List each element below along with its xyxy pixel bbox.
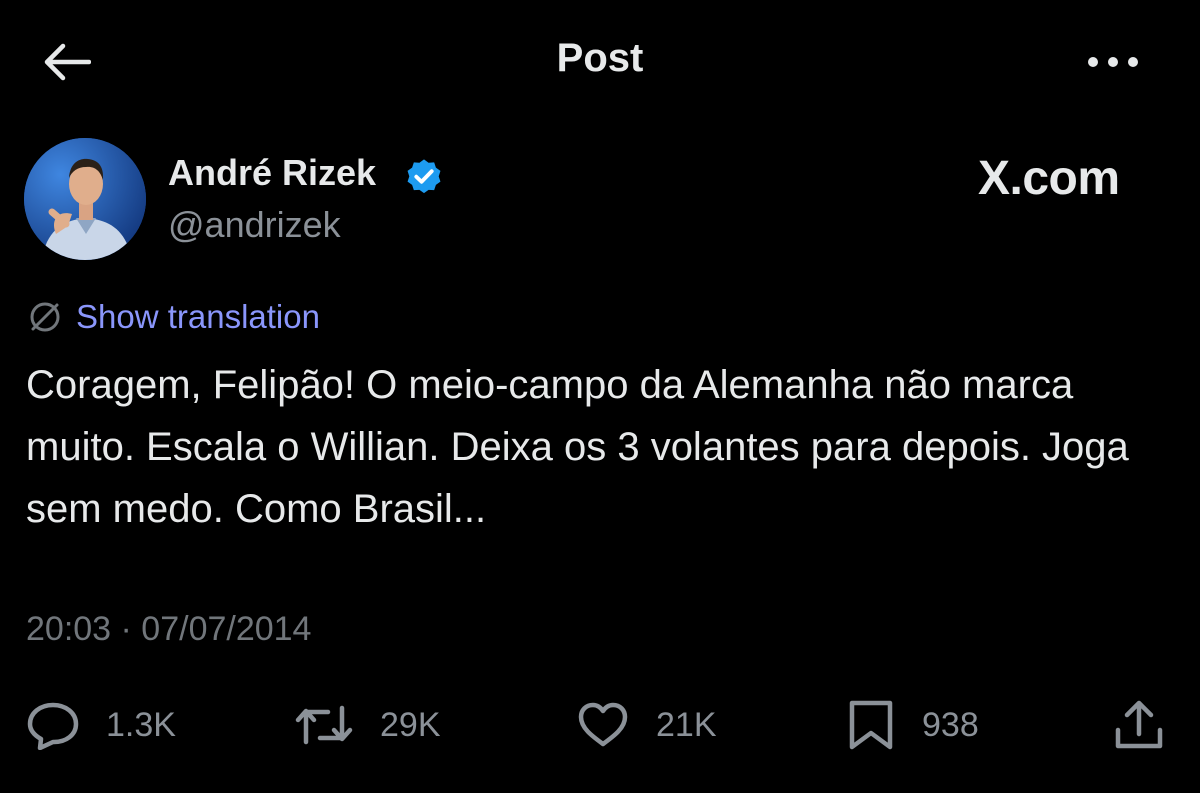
profile-photo xyxy=(24,138,146,260)
repost-count: 29K xyxy=(380,705,441,744)
page-title: Post xyxy=(556,36,644,80)
bookmark-icon xyxy=(849,700,893,750)
reply-count: 1.3K xyxy=(106,705,176,744)
ellipsis-icon xyxy=(1088,57,1138,67)
action-bar: 1.3K 29K 21K 938 xyxy=(0,695,1200,755)
repost-icon xyxy=(295,705,353,745)
verified-badge-icon xyxy=(407,159,441,194)
arrow-left-icon xyxy=(44,43,91,81)
reply-icon xyxy=(27,702,79,750)
top-bar: Post xyxy=(0,0,1200,122)
back-button[interactable] xyxy=(38,38,94,86)
bookmark-count: 938 xyxy=(922,705,979,744)
repost-button[interactable]: 29K xyxy=(294,695,441,755)
author-name[interactable]: André Rizek xyxy=(168,152,376,194)
author-handle[interactable]: @andrizek xyxy=(168,204,341,246)
avatar[interactable] xyxy=(24,138,146,260)
watermark-text: X.com xyxy=(978,151,1120,205)
show-translation-button[interactable]: Show translation xyxy=(26,296,320,338)
like-count: 21K xyxy=(656,705,717,744)
heart-icon xyxy=(578,702,628,747)
show-translation-label: Show translation xyxy=(76,298,320,335)
reply-button[interactable]: 1.3K xyxy=(26,695,176,755)
x-com-watermark: X.com xyxy=(978,150,1153,206)
more-options-button[interactable] xyxy=(1080,38,1146,86)
share-button[interactable] xyxy=(1112,695,1166,755)
bookmark-button[interactable]: 938 xyxy=(846,695,979,755)
like-button[interactable]: 21K xyxy=(576,695,717,755)
share-icon xyxy=(1115,700,1163,749)
post-text: Coragem, Felipão! O meio-campo da Aleman… xyxy=(26,363,1129,531)
translate-globe-icon xyxy=(30,302,60,332)
post-timestamp[interactable]: 20:03 · 07/07/2014 xyxy=(26,610,311,649)
